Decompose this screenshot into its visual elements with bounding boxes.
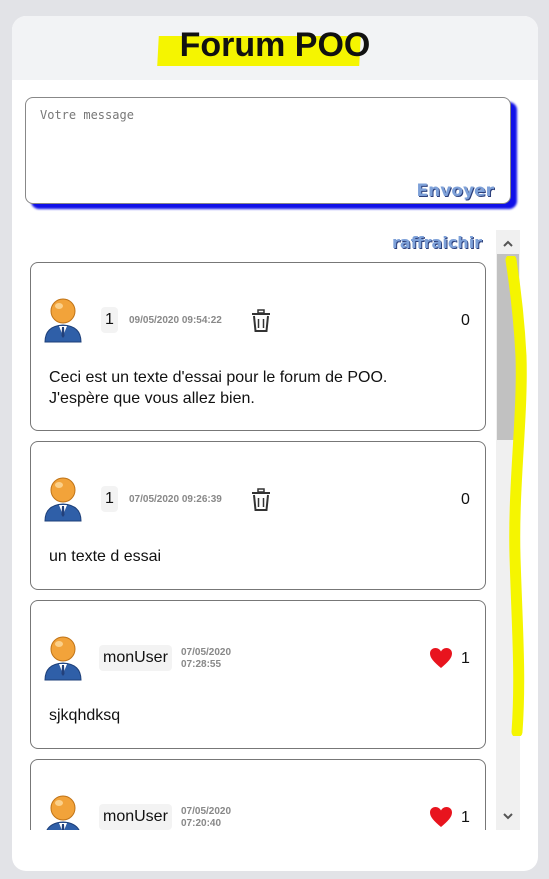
chevron-up-icon[interactable] — [502, 238, 514, 250]
send-button[interactable]: Envoyer — [417, 181, 494, 201]
page-title: Forum POO — [179, 26, 371, 64]
like-count: 0 — [461, 312, 470, 329]
post-date: 07/05/2020 07:28:55 — [181, 647, 231, 671]
like-count: 1 — [461, 650, 470, 667]
trash-icon[interactable] — [250, 488, 272, 512]
message-composer: Envoyer — [25, 97, 511, 204]
post-date: 09/05/2020 09:54:22 — [129, 315, 222, 326]
heart-icon[interactable] — [429, 647, 453, 669]
post-text: un texte d essai — [49, 548, 162, 565]
post-date: 07/05/2020 09:26:39 — [129, 494, 222, 505]
message-feed: 1 09/05/2020 09:54:22 0 Ceci est un text… — [30, 262, 486, 830]
post-date-time: 07:20:40 — [181, 818, 222, 829]
author-name: 1 — [101, 486, 118, 512]
header: Forum POO — [12, 16, 538, 80]
post-text-line: Ceci est un texte d'essai pour le forum … — [49, 369, 388, 386]
like-count: 0 — [461, 491, 470, 508]
user-avatar-icon — [46, 795, 80, 830]
trash-icon[interactable] — [250, 309, 272, 333]
message-post: monUser 07/05/2020 07:28:55 1 sjkqhdksq — [30, 600, 486, 749]
message-post: monUser 07/05/2020 07:20:40 1 — [30, 759, 486, 830]
message-post: 1 07/05/2020 09:26:39 0 un texte d essai — [30, 441, 486, 590]
message-post: 1 09/05/2020 09:54:22 0 Ceci est un text… — [30, 262, 486, 431]
message-input[interactable] — [40, 108, 480, 168]
post-text-line: J'espère que vous allez bien. — [49, 390, 255, 407]
post-text: sjkqhdksq — [49, 707, 121, 724]
user-avatar-icon — [44, 298, 82, 343]
post-date-day: 07/05/2020 — [181, 647, 232, 658]
post-date-day: 07/05/2020 — [181, 806, 232, 817]
chevron-down-icon[interactable] — [502, 810, 514, 822]
like-count: 1 — [461, 809, 470, 826]
post-text: Ceci est un texte d'essai pour le forum … — [49, 367, 387, 409]
author-name: 1 — [101, 307, 118, 333]
author-name: monUser — [99, 645, 172, 671]
user-avatar-icon — [44, 636, 82, 681]
user-avatar-icon — [44, 477, 82, 522]
refresh-button[interactable]: raffraichir — [392, 233, 482, 252]
yellow-scribble-mark — [505, 256, 527, 736]
post-date: 07/05/2020 07:20:40 — [181, 806, 231, 830]
forum-card: Forum POO Envoyer raffraichir 1 09/05/20… — [12, 16, 538, 871]
heart-icon[interactable] — [429, 806, 453, 828]
author-name: monUser — [99, 804, 172, 830]
post-date-time: 07:28:55 — [181, 659, 222, 670]
